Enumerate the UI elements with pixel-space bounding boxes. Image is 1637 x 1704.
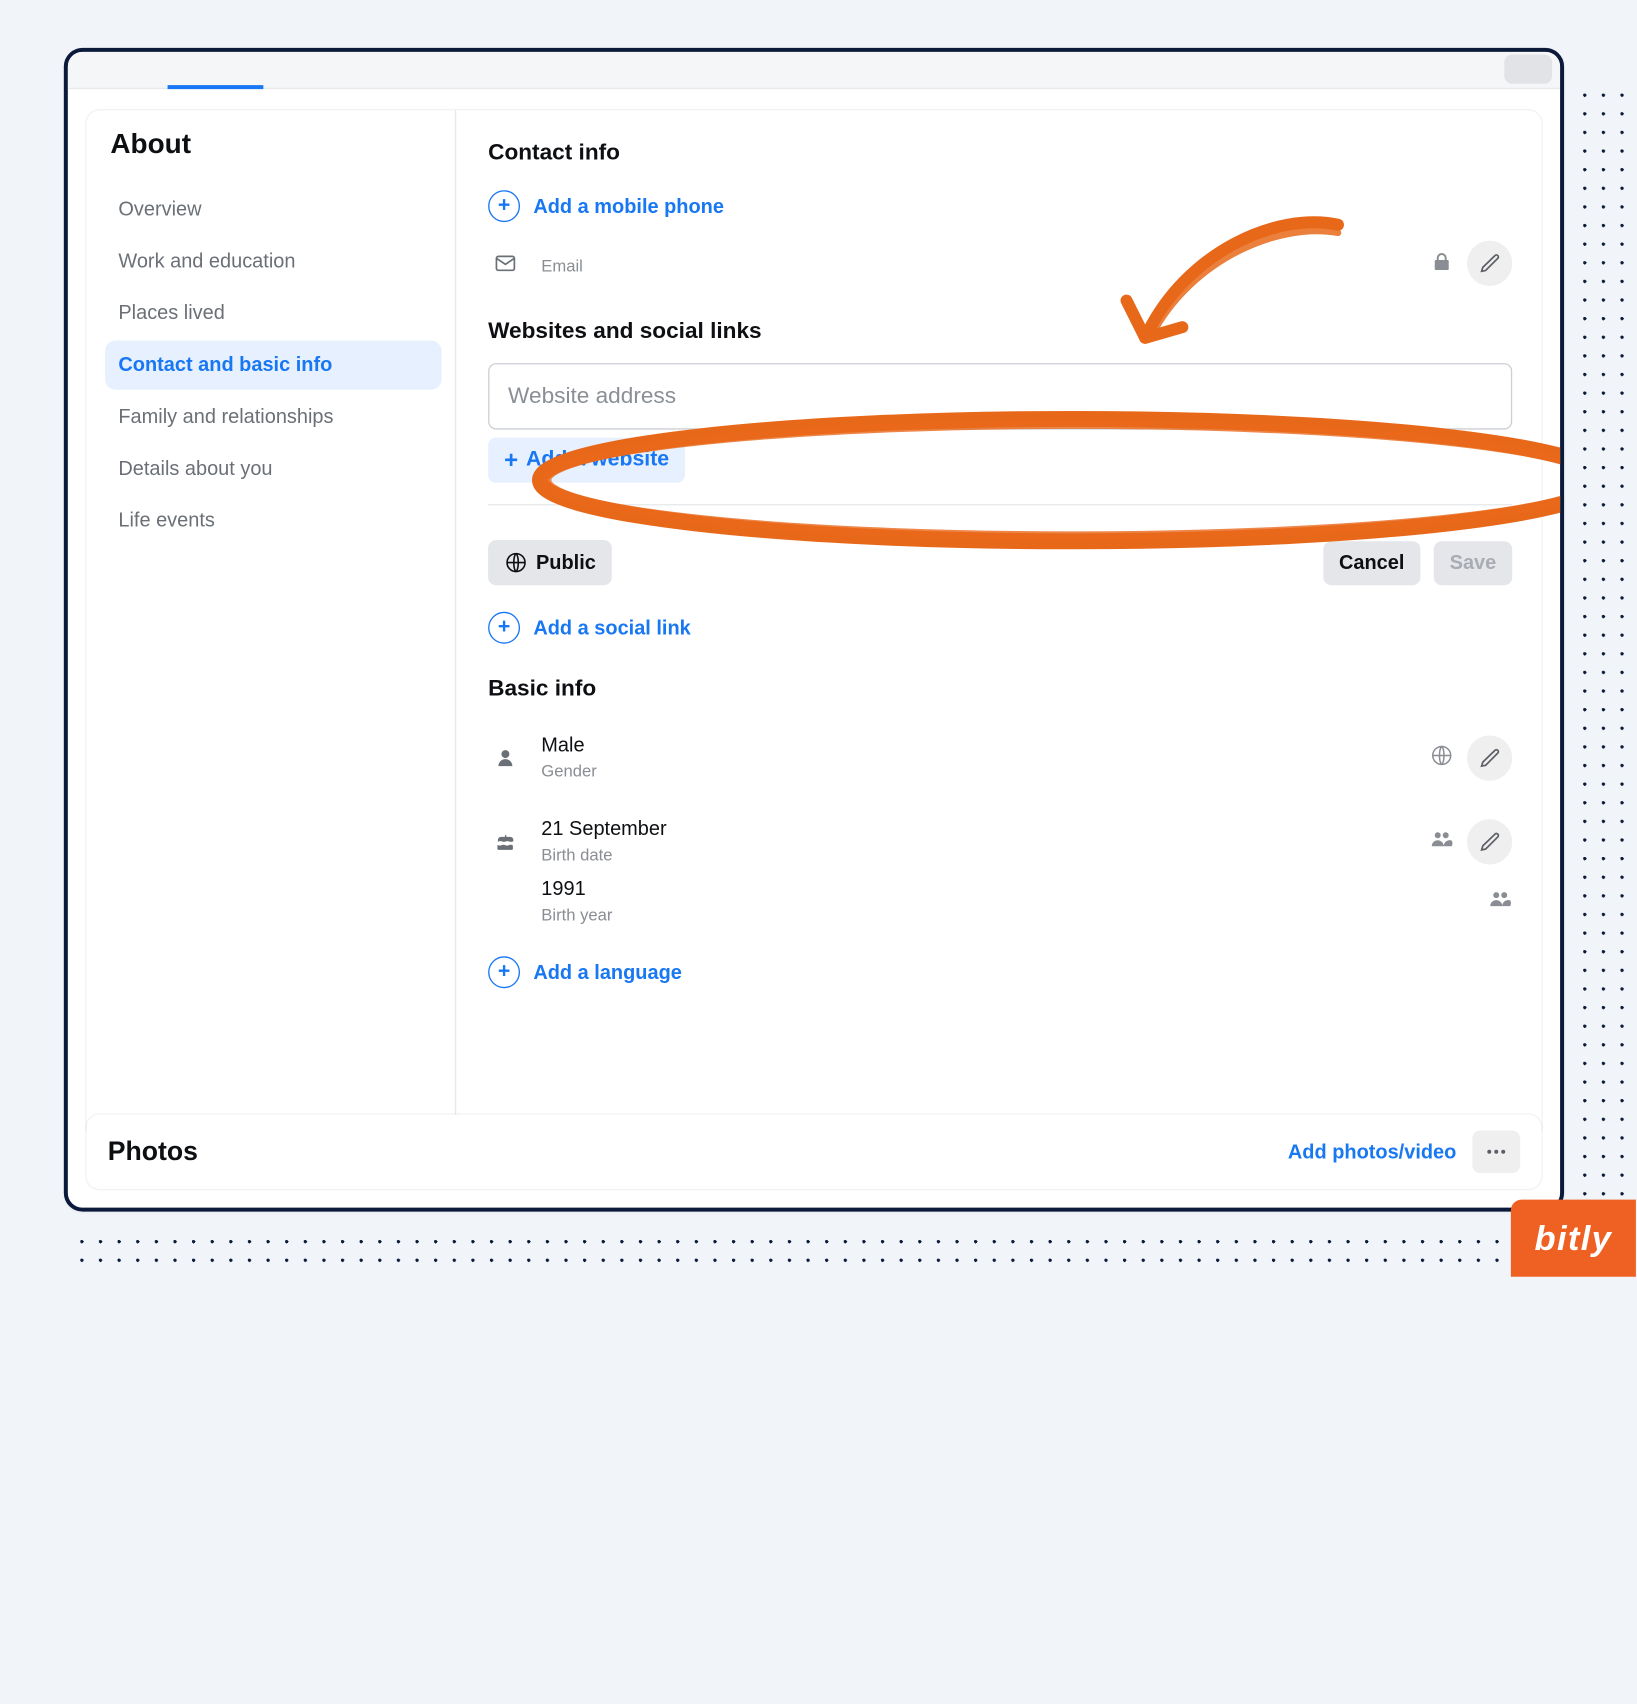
content-area: Contact info + Add a mobile phone Email	[456, 110, 1541, 1139]
birth-date-label: Birth date	[541, 846, 1411, 865]
sidebar: About Overview Work and education Places…	[86, 110, 456, 1139]
separator	[488, 504, 1512, 505]
website-address-input[interactable]	[488, 363, 1512, 430]
birth-year-value: 1991	[541, 878, 1469, 901]
sidebar-title: About	[110, 129, 446, 161]
photos-heading: Photos	[108, 1136, 198, 1167]
friends-icon	[1430, 827, 1454, 855]
contact-info-heading: Contact info	[488, 140, 1512, 167]
add-website-button[interactable]: + Add a website	[488, 438, 685, 483]
sidebar-item-details[interactable]: Details about you	[105, 444, 441, 493]
email-label: Email	[541, 257, 1411, 276]
email-row: Email	[488, 227, 1512, 309]
birth-year-label: Birth year	[541, 906, 1469, 925]
gender-value: Male	[541, 734, 1411, 757]
about-panel: About Overview Work and education Places…	[86, 110, 1541, 1139]
plus-icon: +	[488, 956, 520, 988]
birth-date-row: 21 September Birth date	[488, 805, 1512, 873]
website-action-bar: Public Cancel Save	[488, 524, 1512, 601]
person-icon	[488, 745, 523, 769]
gender-row: Male Gender	[488, 721, 1512, 805]
app-window: About Overview Work and education Places…	[64, 48, 1564, 1212]
cake-icon	[488, 829, 523, 853]
add-photos-video-link[interactable]: Add photos/video	[1288, 1140, 1456, 1163]
gender-label: Gender	[541, 762, 1411, 781]
photos-more-button[interactable]	[1472, 1131, 1520, 1174]
birth-year-row: 1991 Birth year	[488, 872, 1512, 948]
save-button: Save	[1434, 541, 1513, 585]
sidebar-item-contact-basic-info[interactable]: Contact and basic info	[105, 340, 441, 389]
edit-birth-date-button[interactable]	[1467, 819, 1512, 864]
active-tab-indicator	[168, 85, 264, 89]
sidebar-item-places[interactable]: Places lived	[105, 289, 441, 338]
add-mobile-phone-label: Add a mobile phone	[533, 195, 724, 218]
add-mobile-phone-link[interactable]: + Add a mobile phone	[488, 185, 1512, 228]
ellipsis-icon	[1484, 1140, 1508, 1164]
globe-icon	[1430, 743, 1454, 771]
visibility-label: Public	[536, 551, 596, 574]
basic-info-heading: Basic info	[488, 676, 1512, 703]
edit-gender-button[interactable]	[1467, 735, 1512, 780]
friends-icon	[1488, 887, 1512, 915]
websites-heading: Websites and social links	[488, 318, 1512, 345]
bitly-badge: bitly	[1511, 1200, 1636, 1277]
add-social-link[interactable]: + Add a social link	[488, 601, 1512, 668]
sidebar-item-life-events[interactable]: Life events	[105, 496, 441, 545]
add-language-label: Add a language	[533, 961, 682, 984]
email-icon	[488, 251, 523, 275]
globe-icon	[504, 551, 528, 575]
dot-shadow-bottom	[80, 1240, 1623, 1277]
plus-icon: +	[488, 612, 520, 644]
sidebar-item-family[interactable]: Family and relationships	[105, 392, 441, 441]
add-language-link[interactable]: + Add a language	[488, 948, 1512, 996]
lock-icon	[1430, 249, 1454, 277]
sidebar-item-work-education[interactable]: Work and education	[105, 237, 441, 286]
photos-strip: Photos Add photos/video	[86, 1115, 1541, 1189]
visibility-button[interactable]: Public	[488, 540, 612, 585]
tab-strip	[68, 52, 1560, 89]
sidebar-item-overview[interactable]: Overview	[105, 185, 441, 234]
collapsed-tab[interactable]	[1504, 55, 1552, 84]
birth-date-value: 21 September	[541, 818, 1411, 841]
edit-email-button[interactable]	[1467, 241, 1512, 286]
dot-shadow-right	[1583, 93, 1636, 1250]
plus-icon: +	[504, 448, 518, 472]
plus-icon: +	[488, 190, 520, 222]
cancel-button[interactable]: Cancel	[1323, 541, 1420, 585]
add-website-label: Add a website	[526, 448, 669, 472]
add-social-link-label: Add a social link	[533, 616, 690, 639]
